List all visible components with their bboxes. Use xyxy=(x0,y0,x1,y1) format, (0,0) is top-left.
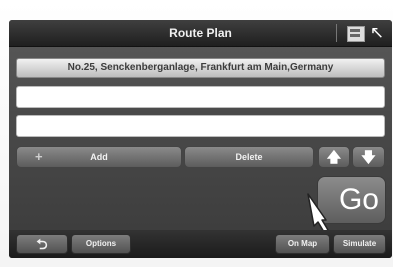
pointing-hand-icon xyxy=(307,193,329,233)
page-title: Route Plan xyxy=(169,26,232,40)
route-plan-screen: Route Plan ↖ No.25, Senckenberganlage, F… xyxy=(9,20,392,258)
title-divider xyxy=(336,24,337,42)
bottom-toolbar: ⮌ Options On Map Simulate xyxy=(9,230,392,258)
title-bar: Route Plan ↖ xyxy=(9,20,392,47)
simulate-button[interactable]: Simulate xyxy=(333,234,386,254)
start-address-field[interactable]: No.25, Senckenberganlage, Frankfurt am M… xyxy=(16,58,385,78)
arrow-up-icon: 🡅 xyxy=(326,149,342,165)
add-label: Add xyxy=(90,152,108,162)
back-button[interactable]: ⮌ xyxy=(16,234,68,254)
waypoint-field-2[interactable] xyxy=(16,115,385,137)
add-button[interactable]: + Add xyxy=(16,146,182,168)
options-button[interactable]: Options xyxy=(71,234,131,254)
delete-button[interactable]: Delete xyxy=(184,146,314,168)
move-up-button[interactable]: 🡅 xyxy=(318,146,350,168)
waypoint-field-1[interactable] xyxy=(16,86,385,108)
on-map-button[interactable]: On Map xyxy=(275,234,330,254)
device-frame: Route Plan ↖ No.25, Senckenberganlage, F… xyxy=(0,0,393,267)
cursor-arrow-icon[interactable]: ↖ xyxy=(368,23,386,43)
move-down-button[interactable]: 🡇 xyxy=(352,146,385,168)
plus-icon: + xyxy=(35,149,43,164)
back-arrow-icon: ⮌ xyxy=(36,236,48,252)
display-icon[interactable] xyxy=(347,26,365,42)
arrow-down-icon: 🡇 xyxy=(361,149,376,165)
